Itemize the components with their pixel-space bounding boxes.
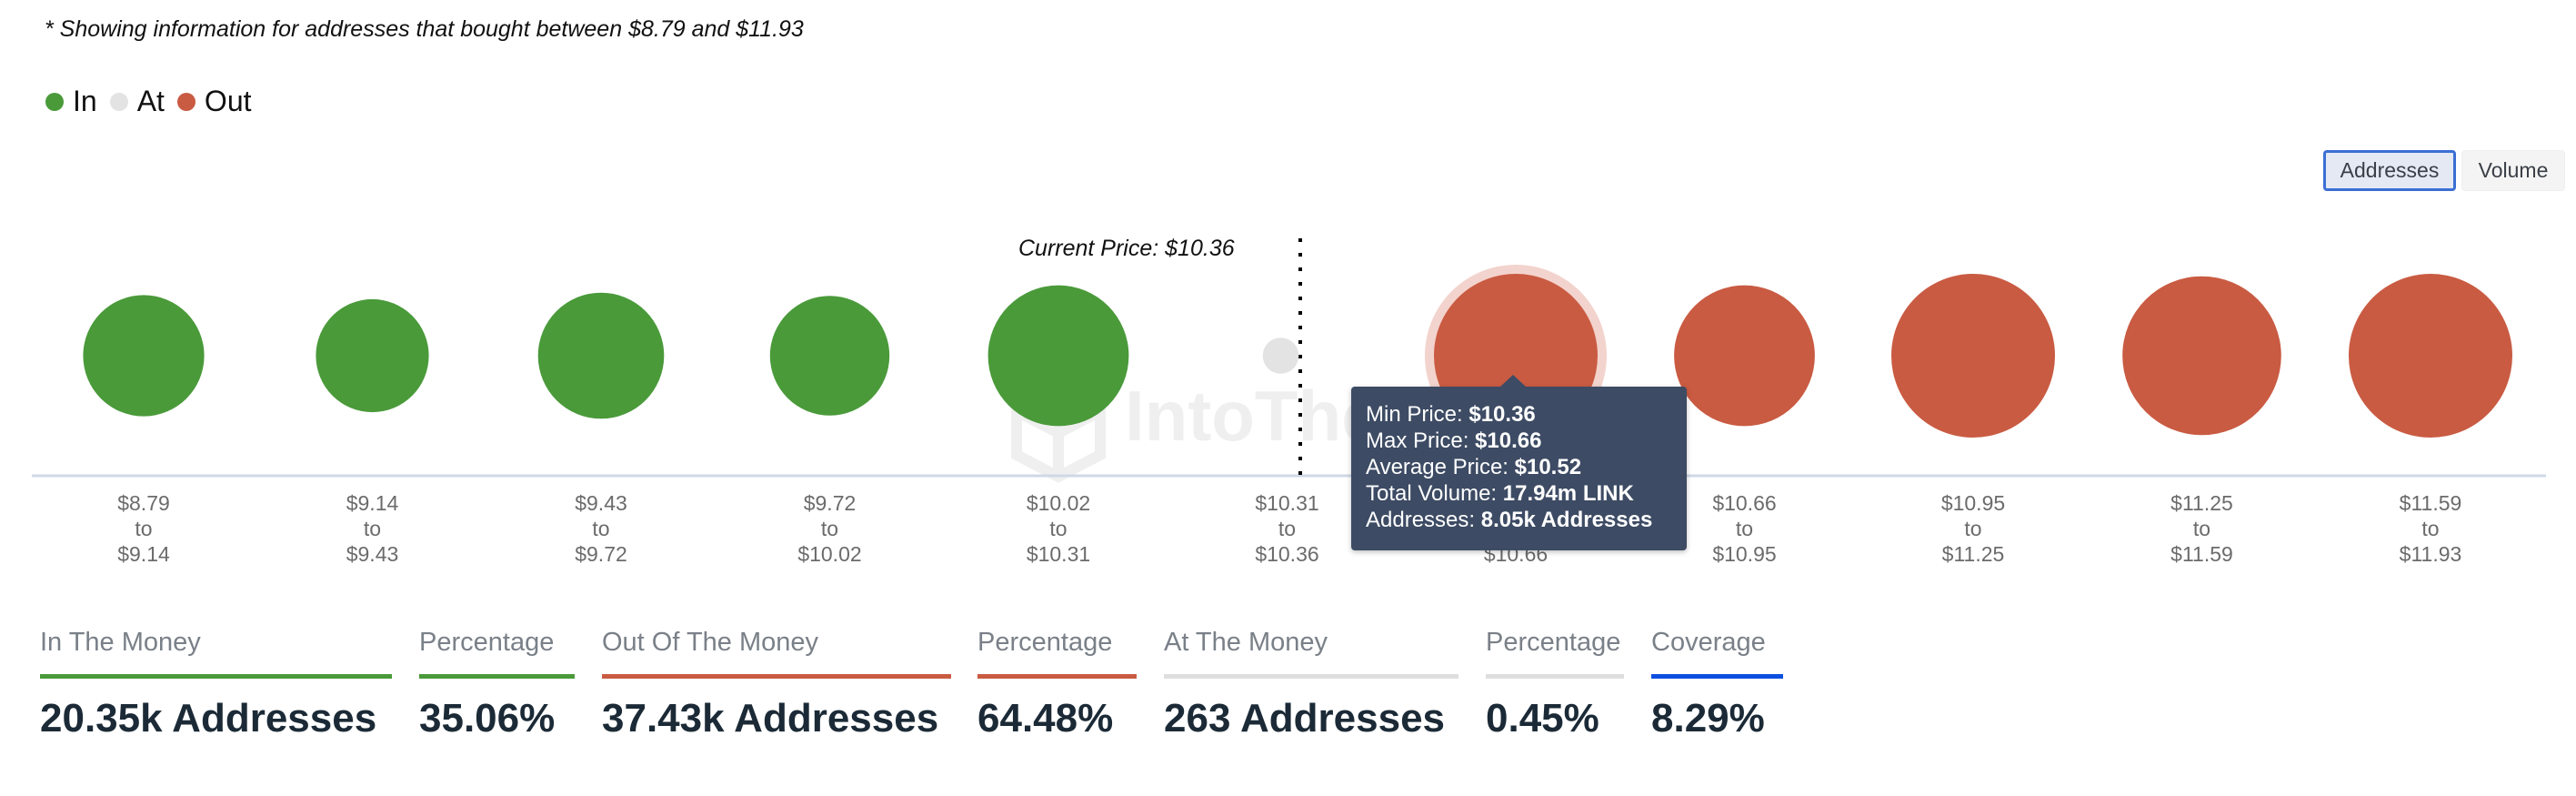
stat-bar xyxy=(40,674,392,679)
bubble-in[interactable] xyxy=(83,295,205,417)
stat-out-of-the-money: Out Of The Money 37.43k Addresses xyxy=(602,628,951,741)
axis-label-from: $10.31 xyxy=(1255,491,1318,515)
bubble-in[interactable] xyxy=(769,296,890,416)
stat-value: 64.48% xyxy=(977,696,1114,741)
axis-label-to: $10.36 xyxy=(1255,542,1318,566)
current-price-label: Current Price: $10.36 xyxy=(1018,236,1235,261)
axis-label-from: $9.72 xyxy=(804,491,857,515)
stat-label: Coverage xyxy=(1651,628,1766,657)
bubble-in[interactable] xyxy=(537,292,665,419)
stat-label: At The Money xyxy=(1164,628,1328,657)
stat-label: Percentage xyxy=(977,628,1113,657)
tooltip-addresses: Addresses: 8.05k Addresses xyxy=(1366,508,1653,532)
stat-in-percentage: Percentage 35.06% xyxy=(419,628,575,741)
axis-label-to-word: to xyxy=(1278,517,1296,540)
stat-value: 20.35k Addresses xyxy=(40,696,377,741)
axis-label-to-word: to xyxy=(821,517,838,540)
stat-label: In The Money xyxy=(40,628,201,657)
bubble-out[interactable] xyxy=(2349,274,2512,438)
bucket-tooltip: Min Price: $10.36 Max Price: $10.66 Aver… xyxy=(1351,375,1687,550)
axis-label-from: $9.14 xyxy=(346,491,399,515)
axis-label-to-word: to xyxy=(1049,517,1067,540)
tooltip-avg-price: Average Price: $10.52 xyxy=(1366,455,1582,479)
axis-label-to: $11.93 xyxy=(2400,542,2462,566)
axis-label-to: $10.31 xyxy=(1027,542,1090,566)
axis-label-from: $10.95 xyxy=(1941,491,2005,515)
bubble-out[interactable] xyxy=(2122,276,2281,436)
axis-label-to-word: to xyxy=(2421,517,2439,540)
stat-at-percentage: Percentage 0.45% xyxy=(1486,628,1624,741)
stat-at-the-money: At The Money 263 Addresses xyxy=(1164,628,1458,741)
stat-label: Percentage xyxy=(1486,628,1621,657)
axis-label-to: $9.43 xyxy=(346,542,399,566)
axis-label-from: $11.25 xyxy=(2170,491,2233,515)
stat-bar xyxy=(1651,674,1783,679)
stat-bar xyxy=(602,674,951,679)
stat-value: 8.29% xyxy=(1651,696,1765,741)
axis-label-to: $11.59 xyxy=(2170,542,2233,566)
axis-label-to: $10.95 xyxy=(1712,542,1776,566)
stat-bar xyxy=(419,674,575,679)
stat-bar xyxy=(1164,674,1458,679)
axis-label-to: $9.72 xyxy=(575,542,627,566)
stat-label: Out Of The Money xyxy=(602,628,819,657)
stat-bar xyxy=(1486,674,1624,679)
axis-label-from: $8.79 xyxy=(117,491,170,515)
bubble-at[interactable] xyxy=(1262,338,1299,374)
axis-label-to-word: to xyxy=(1736,517,1753,540)
tooltip-total-volume: Total Volume: 17.94m LINK xyxy=(1366,481,1634,506)
stat-value: 35.06% xyxy=(419,696,556,741)
bubble-chart: IntoTheBlock Current Price: $10.36 $8.79… xyxy=(32,236,2546,566)
axis-label-to-word: to xyxy=(1964,517,1981,540)
axis-label-from: $9.43 xyxy=(575,491,627,515)
stat-coverage: Coverage 8.29% xyxy=(1651,628,1783,741)
axis-label-to: $9.14 xyxy=(117,542,170,566)
axis-label-to-word: to xyxy=(364,517,381,540)
tooltip-max-price: Max Price: $10.66 xyxy=(1366,428,1542,453)
stat-value: 0.45% xyxy=(1486,696,1599,741)
axis-label-to-word: to xyxy=(2193,517,2210,540)
axis-label-to: $10.02 xyxy=(797,542,861,566)
axis-label-to: $11.25 xyxy=(1942,542,2005,566)
bubble-out[interactable] xyxy=(1891,274,2055,438)
stat-value: 37.43k Addresses xyxy=(602,696,939,741)
bubble-in[interactable] xyxy=(316,298,429,413)
axis-label-from: $10.66 xyxy=(1712,491,1776,515)
bubble-in[interactable] xyxy=(987,285,1129,427)
stat-out-percentage: Percentage 64.48% xyxy=(977,628,1137,741)
axis-label-from: $10.02 xyxy=(1027,491,1090,515)
x-axis-labels: $8.79to$9.14$9.14to$9.43$9.43to$9.72$9.7… xyxy=(117,491,2461,566)
axis-label-from: $11.59 xyxy=(2400,491,2462,515)
stat-in-the-money: In The Money 20.35k Addresses xyxy=(40,628,392,741)
stat-label: Percentage xyxy=(419,628,555,657)
axis-label-to-word: to xyxy=(592,517,609,540)
stat-bar xyxy=(977,674,1137,679)
stat-value: 263 Addresses xyxy=(1164,696,1446,741)
tooltip-min-price: Min Price: $10.36 xyxy=(1366,402,1536,427)
bubble-out[interactable] xyxy=(1674,285,1815,427)
axis-label-to-word: to xyxy=(135,517,152,540)
